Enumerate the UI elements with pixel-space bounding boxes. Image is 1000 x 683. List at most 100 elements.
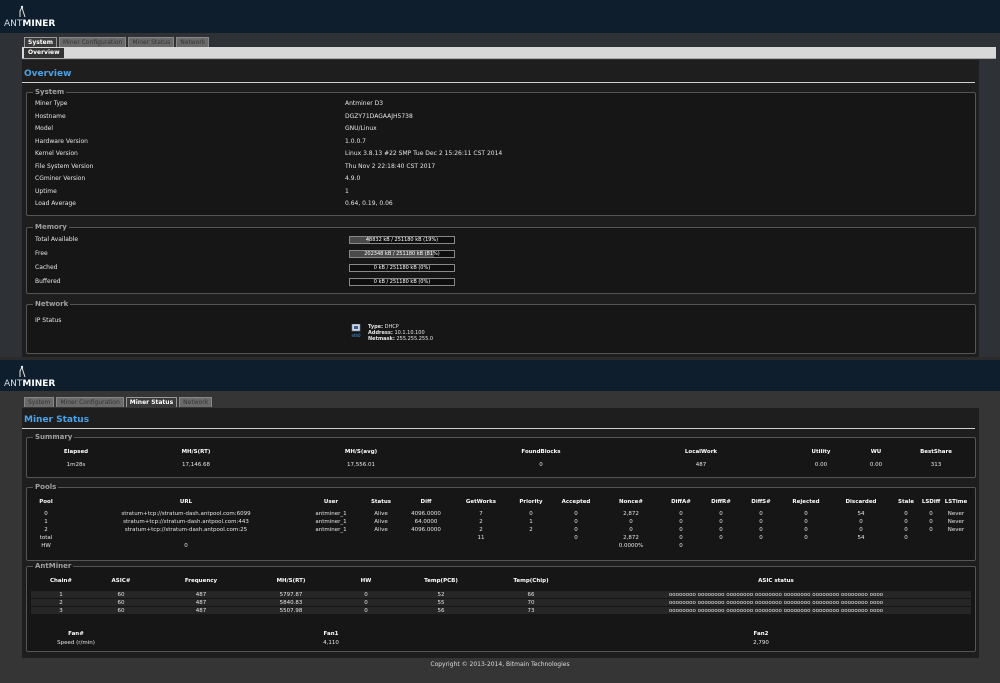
antminer-legend: AntMiner: [35, 562, 72, 570]
chain-row-cell: 487: [195, 608, 207, 614]
memory-legend: Memory: [35, 223, 67, 231]
column-header: Diff: [420, 499, 432, 505]
summary-row-cell: 1m28s: [66, 462, 86, 468]
tab-network[interactable]: Network: [176, 37, 210, 47]
ip-status-label: IP Status: [35, 317, 62, 324]
ip-status-details: Type: DHCP Address: 10.1.10.100 Netmask:…: [368, 324, 434, 342]
column-header: DiffS#: [751, 499, 771, 505]
column-header: Nonce#: [619, 499, 643, 505]
pool-row-cell: 4096.0000: [411, 511, 441, 517]
chain-row-cell: 5797.87: [279, 592, 303, 598]
pool-row-cell: stratum+tcp://stratum-dash.antpool.com:2…: [124, 527, 248, 533]
pool-row-cell: 0: [679, 535, 683, 541]
pool-row-cell: stratum+tcp://stratum-dash.antpool.com:6…: [121, 511, 251, 517]
fan-row-cell: 4,110: [323, 640, 339, 646]
pool-row-cell: 0: [904, 535, 908, 541]
pool-row-cell: antminer_1: [315, 527, 347, 533]
column-header: HW: [360, 578, 372, 584]
column-header: Status: [370, 499, 392, 505]
subtab-overview[interactable]: Overview: [24, 48, 64, 58]
ant-logo-icon: [19, 5, 26, 18]
tab-miner-status[interactable]: Miner Status: [125, 397, 178, 407]
pool-row-cell: 7: [479, 511, 483, 517]
summary-row-cell: 487: [695, 462, 707, 468]
pool-row-cell: 4096.0000: [411, 527, 441, 533]
summary-row-cell: 0.00: [869, 462, 883, 468]
pool-row-cell: 0: [719, 511, 723, 517]
pool-row-cell: 0.0000%: [618, 543, 644, 549]
column-header: FoundBlocks: [521, 449, 561, 455]
chain-row-cell: 3: [59, 608, 63, 614]
column-header: LSTime: [944, 499, 968, 505]
chain-row-cell: 60: [117, 600, 125, 606]
pool-row-cell: Alive: [374, 519, 388, 525]
tab-network[interactable]: Network: [179, 397, 213, 407]
chain-row-cell: 487: [195, 600, 207, 606]
memory-row-label: Free: [35, 250, 48, 257]
page-title: Overview: [24, 69, 72, 79]
column-header: Fan#: [68, 631, 84, 637]
pool-row-cell: Never: [947, 519, 965, 525]
column-header: MH/S(RT): [276, 578, 306, 584]
pool-row-cell: 0: [719, 519, 723, 525]
system-row-value: GNU/Linux: [345, 125, 377, 132]
column-header: Priority: [519, 499, 543, 505]
pool-row-cell: 0: [859, 527, 863, 533]
tab-miner-status[interactable]: Miner Status: [128, 37, 175, 47]
chain-row-cell: 487: [195, 592, 207, 598]
chain-row-cell: 60: [117, 608, 125, 614]
system-row-value: 1: [345, 187, 349, 195]
pool-row-cell: 0: [759, 511, 763, 517]
pool-row-cell: 0: [679, 511, 683, 517]
column-header: MH/S(RT): [181, 449, 211, 455]
chain-row-cell: 70: [527, 600, 535, 606]
chain-row-cell: 5840.83: [279, 600, 303, 606]
system-row-value: Antminer D3: [345, 100, 384, 107]
pool-row-cell: 0: [904, 519, 908, 525]
pool-row-cell: 0: [679, 527, 683, 533]
pool-row-cell: 0: [759, 535, 763, 541]
tab-system[interactable]: System: [24, 397, 55, 407]
pool-row-cell: 0: [804, 511, 808, 517]
summary-row-cell: 313: [930, 462, 942, 468]
pool-row-cell: HW: [41, 543, 51, 549]
summary-row-cell: 17,556.01: [347, 462, 375, 468]
pool-row-cell: 1: [44, 519, 48, 525]
memory-row-label: Buffered: [35, 278, 61, 285]
memory-usage-bar: 48832 kB / 251180 kB (19%): [349, 236, 455, 244]
ethernet-icon: eth0: [351, 324, 361, 338]
miner-status-panel: Miner Status Summary Elapsed MH/S(RT) MH/S…: [22, 408, 979, 658]
ethernet-caption: eth0: [351, 333, 361, 338]
tab-miner-configuration[interactable]: Miner Configuration: [56, 397, 124, 407]
column-header: URL: [179, 499, 193, 505]
system-row-value: 1.0.0.7: [345, 137, 366, 145]
pool-row-cell: stratum+tcp://stratum-dash.antpool.com:4…: [123, 519, 249, 525]
tab-miner-configuration[interactable]: Miner Configuration: [59, 37, 127, 47]
pools-section: Pools Pool URL User Status Diff GetWorks Prior…: [26, 483, 976, 561]
tab-system[interactable]: System: [24, 37, 57, 47]
memory-row-label: Total Available: [35, 236, 79, 243]
pool-row-cell: 0: [629, 527, 633, 533]
chain-row-cell: 1: [59, 592, 63, 598]
pool-row-cell: 2,872: [623, 511, 639, 517]
title-divider: [22, 428, 975, 429]
column-header: DiffA#: [671, 499, 691, 505]
pool-row-cell: 54: [857, 511, 865, 517]
column-header: Pool: [39, 499, 53, 505]
antminer-logo[interactable]: ANTMINER: [4, 5, 64, 31]
pool-row-cell: 0: [929, 511, 933, 517]
pool-row-cell: 0: [804, 519, 808, 525]
pool-row-cell: 0: [804, 535, 808, 541]
pool-row-cell: 0: [904, 511, 908, 517]
header-bar: ANTMINER: [0, 360, 1000, 391]
miner-status-screen: ANTMINER System Miner Configuration Mine…: [0, 360, 1000, 683]
pool-row-cell: 0: [574, 511, 578, 517]
column-header: MH/S(avg): [344, 449, 378, 455]
pool-row-cell: 0: [859, 519, 863, 525]
sub-tab-bar: Overview: [22, 47, 996, 59]
pool-row-cell: 0: [929, 527, 933, 533]
pool-row-cell: 1: [529, 519, 533, 525]
antminer-logo[interactable]: ANTMINER: [4, 365, 64, 391]
overview-screen: ANTMINER System Miner Configuration Mine…: [0, 0, 1000, 357]
fan-row-cell: Speed (r/min): [57, 640, 95, 646]
